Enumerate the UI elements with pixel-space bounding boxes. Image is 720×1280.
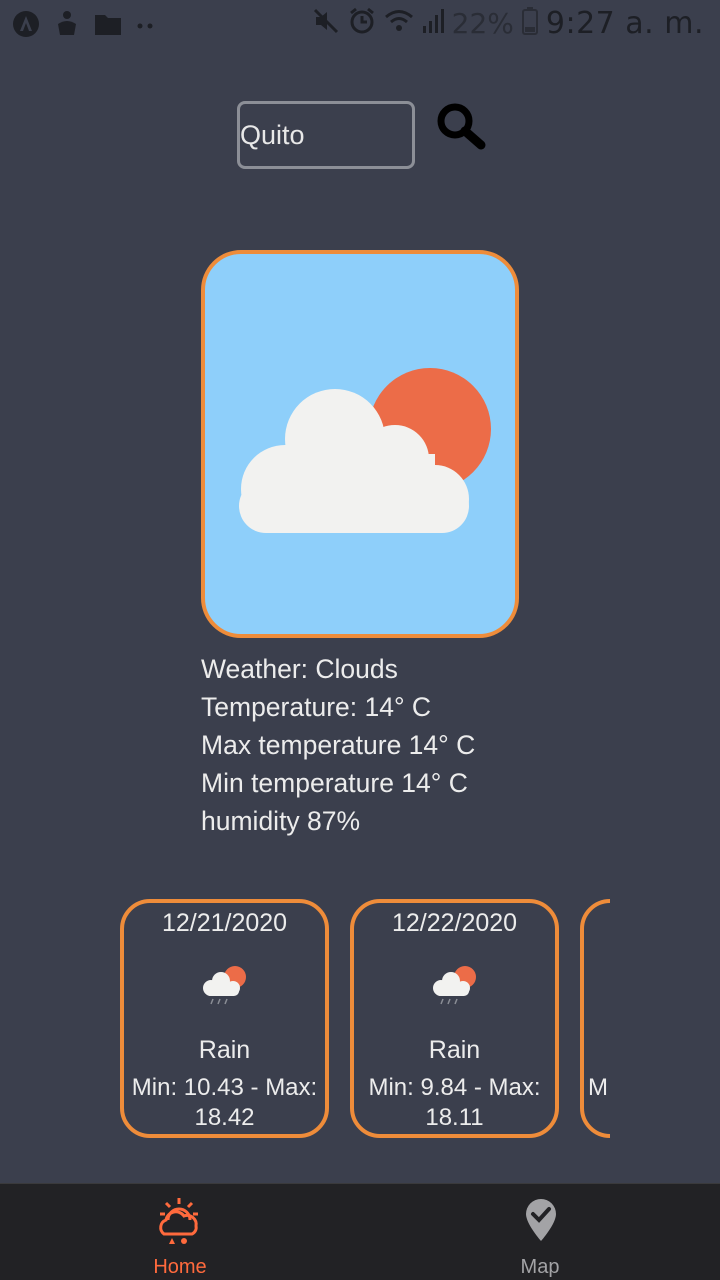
forecast-description: Rain	[198, 1036, 251, 1064]
forecast-card[interactable]: 12/21/2020 Rain Min: 10.43 - Max: 18.42	[120, 899, 329, 1138]
max-temperature: Max temperature 14° C	[201, 730, 476, 760]
nav-map[interactable]: Map	[360, 1184, 720, 1280]
weather-condition: Weather: Clouds	[201, 654, 398, 684]
map-pin-check-icon	[526, 1199, 556, 1241]
forecast-range-line: M	[588, 1074, 608, 1101]
signal-icon	[422, 8, 444, 39]
search-button[interactable]	[434, 100, 488, 154]
forecast-card[interactable]: 12/22/2020 Rain Min: 9.84 - Max: 18.11	[350, 899, 559, 1138]
more-notifications-icon	[136, 18, 154, 36]
sun-behind-cloud-icon	[239, 368, 491, 533]
rain-cloud-sun-icon	[432, 966, 476, 1005]
city-search-input[interactable]: Quito	[237, 101, 415, 169]
min-temperature: Min temperature 14° C	[201, 768, 468, 798]
weather-home-icon	[159, 1198, 198, 1244]
forecast-range-line: 18.11	[425, 1104, 484, 1131]
rain-cloud-sun-icon	[202, 966, 246, 1005]
search-icon	[437, 103, 486, 150]
accessibility-notification-icon	[54, 10, 80, 43]
nav-map-label: Map	[520, 1256, 560, 1278]
forecast-range-line: Min: 9.84 - Max:	[368, 1074, 541, 1101]
forecast-range: Min: 9.84 - Max: 18.11	[354, 1073, 555, 1133]
forecast-range: M	[588, 1073, 610, 1103]
forecast-date: 12/21/2020	[161, 909, 288, 937]
nav-home-label: Home	[153, 1256, 207, 1278]
app-notification-icon	[12, 10, 40, 43]
forecast-description: Rain	[428, 1036, 481, 1064]
status-bar: 22% 9:27 a. m.	[0, 0, 720, 50]
wifi-icon	[384, 8, 414, 39]
alarm-icon	[348, 7, 376, 40]
battery-percent: 22%	[451, 7, 514, 40]
battery-icon	[521, 7, 538, 40]
forecast-range-line: Min: 10.43 - Max:	[131, 1074, 318, 1101]
nav-home[interactable]: Home	[0, 1184, 360, 1280]
current-weather-card	[201, 250, 519, 638]
forecast-range-line: 18.42	[194, 1104, 255, 1131]
forecast-date: 12/22/2020	[391, 909, 518, 937]
mute-icon	[312, 7, 340, 40]
folder-notification-icon	[94, 12, 122, 41]
temperature: Temperature: 14° C	[201, 692, 432, 722]
current-weather-info: Weather: Clouds Temperature: 14° C Max t…	[201, 650, 621, 840]
status-time: 9:27 a. m.	[545, 6, 704, 41]
bottom-navigation: Home Map	[0, 1183, 720, 1280]
forecast-range: Min: 10.43 - Max: 18.42	[124, 1073, 325, 1133]
humidity: humidity 87%	[201, 806, 361, 836]
forecast-list[interactable]: 12/21/2020 Rain Min: 10.43 - Max: 18.42 …	[120, 899, 610, 1139]
forecast-card-partial[interactable]: M	[580, 899, 610, 1138]
